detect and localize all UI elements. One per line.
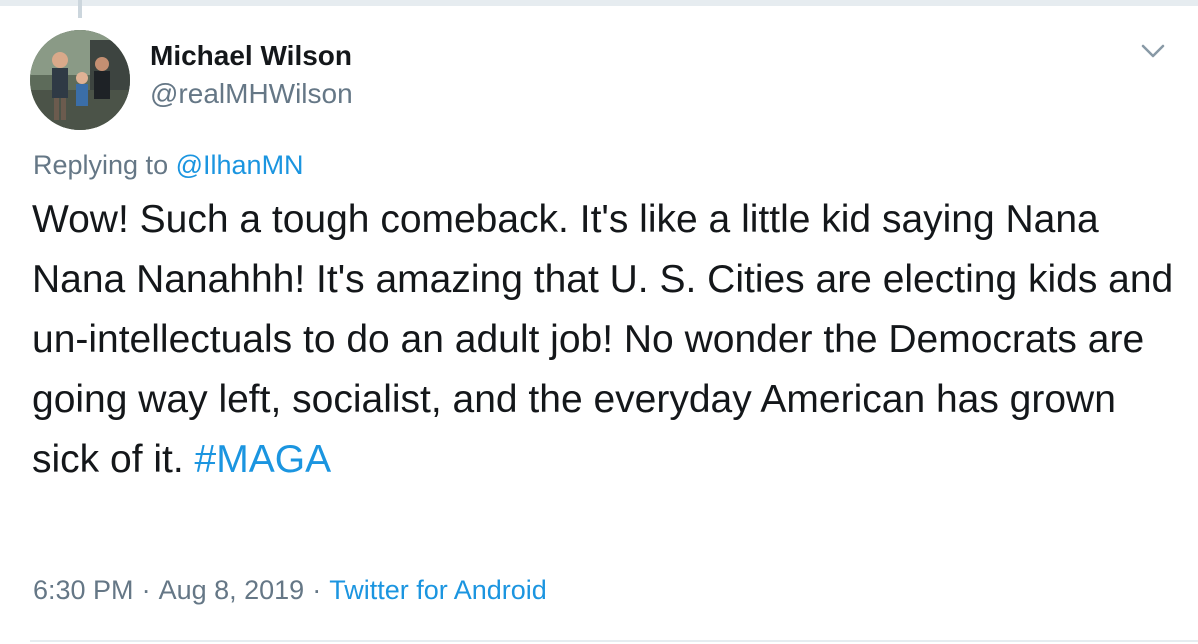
avatar-image: [30, 30, 130, 130]
replying-to-mention[interactable]: @IlhanMN: [176, 150, 304, 180]
author-name[interactable]: Michael Wilson: [150, 40, 352, 72]
hashtag-link[interactable]: #MAGA: [195, 438, 332, 481]
meta-separator: ·: [141, 575, 151, 605]
author-handle[interactable]: @realMHWilson: [150, 78, 353, 110]
tweet-date[interactable]: Aug 8, 2019: [159, 575, 305, 605]
tweet-source-link[interactable]: Twitter for Android: [329, 575, 547, 605]
tweet-time[interactable]: 6:30 PM: [33, 575, 134, 605]
meta-separator: ·: [312, 575, 322, 605]
replying-to-line: Replying to @IlhanMN: [33, 150, 304, 181]
tweet-metadata: 6:30 PM · Aug 8, 2019 · Twitter for Android: [33, 575, 547, 606]
bottom-divider: [30, 640, 1198, 642]
avatar[interactable]: [30, 30, 130, 130]
thread-connector-line: [78, 0, 82, 18]
top-divider: [0, 0, 1198, 6]
tweet-text: Wow! Such a tough comeback. It's like a …: [32, 190, 1182, 490]
chevron-down-icon[interactable]: [1138, 38, 1168, 64]
replying-prefix: Replying to: [33, 150, 169, 180]
